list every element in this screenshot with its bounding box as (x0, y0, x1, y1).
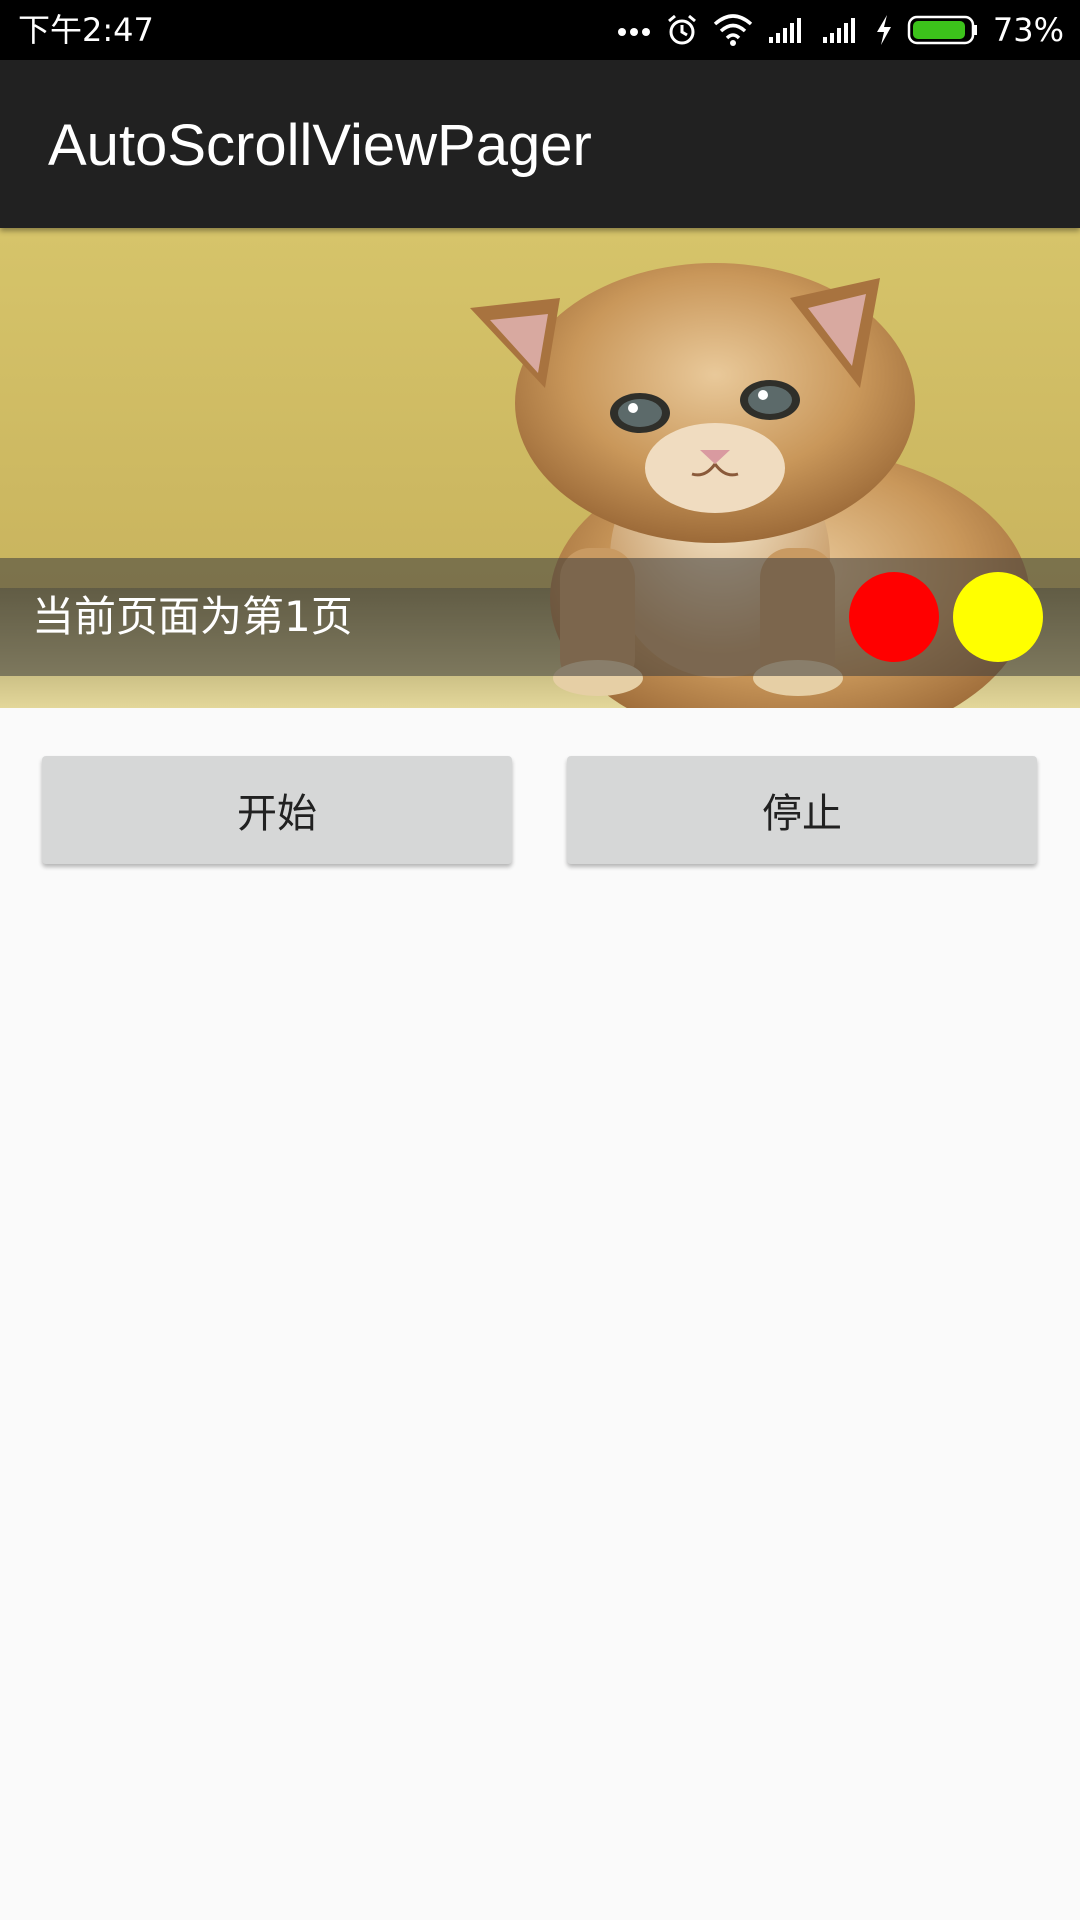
battery-icon (907, 15, 977, 45)
start-button[interactable]: 开始 (42, 756, 512, 864)
battery-percentage: 73% (992, 11, 1064, 49)
auto-scroll-view-pager[interactable]: 当前页面为第1页 (0, 228, 1080, 708)
page-caption: 当前页面为第1页 (32, 592, 353, 641)
signal-icon (822, 18, 855, 43)
charging-icon (876, 15, 891, 45)
signal-icon (768, 18, 801, 43)
status-time: 下午2:47 (18, 11, 154, 49)
wifi-icon (713, 14, 753, 46)
app-title: AutoScrollViewPager (48, 113, 592, 178)
more-dots-icon (617, 28, 650, 36)
status-icons: 73% (617, 8, 1064, 52)
page-indicator-dot-2[interactable] (953, 572, 1043, 662)
status-bar: 下午2:47 73% (0, 0, 1080, 60)
app-bar: AutoScrollViewPager (0, 60, 1080, 228)
stop-button[interactable]: 停止 (567, 756, 1037, 864)
page-indicator-dot-1[interactable] (849, 572, 939, 662)
alarm-icon (667, 14, 696, 45)
